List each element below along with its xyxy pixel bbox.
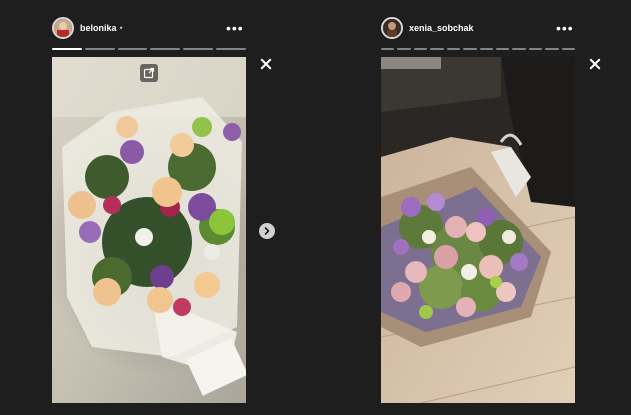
- left-username[interactable]: belonika: [80, 23, 117, 33]
- progress-segment: [150, 48, 181, 50]
- progress-segment: [413, 48, 428, 50]
- chevron-right-icon[interactable]: [259, 223, 275, 239]
- progress-segment: [512, 48, 526, 50]
- right-story-image[interactable]: [381, 57, 575, 403]
- right-story-header: xenia_sobchak: [381, 16, 474, 40]
- progress-segment: [528, 48, 543, 50]
- progress-segment: [430, 48, 444, 50]
- progress-segment: [52, 48, 82, 50]
- progress-segment: [84, 48, 115, 50]
- progress-segment: [381, 48, 395, 50]
- progress-segment: [216, 48, 246, 50]
- left-story-header: belonika •: [52, 16, 123, 40]
- left-progress-bar: [52, 48, 246, 50]
- right-progress-bar: [381, 48, 576, 50]
- progress-segment: [561, 48, 576, 50]
- progress-segment: [545, 48, 559, 50]
- left-more-icon[interactable]: •••: [226, 20, 244, 36]
- right-close-icon[interactable]: [589, 58, 601, 70]
- share-icon[interactable]: [140, 64, 158, 82]
- progress-segment: [117, 48, 148, 50]
- left-seen-dot: •: [119, 23, 123, 33]
- right-avatar[interactable]: [381, 17, 403, 39]
- left-avatar[interactable]: [52, 17, 74, 39]
- right-more-icon[interactable]: •••: [556, 20, 574, 36]
- right-avatar-image: [383, 19, 401, 37]
- right-username[interactable]: xenia_sobchak: [409, 23, 474, 33]
- progress-segment: [495, 48, 510, 50]
- progress-segment: [479, 48, 493, 50]
- progress-segment: [397, 48, 411, 50]
- progress-segment: [463, 48, 477, 50]
- progress-segment: [183, 48, 214, 50]
- left-close-icon[interactable]: [260, 58, 272, 70]
- left-story-image[interactable]: [52, 57, 246, 403]
- progress-segment: [446, 48, 461, 50]
- left-avatar-image: [54, 19, 72, 37]
